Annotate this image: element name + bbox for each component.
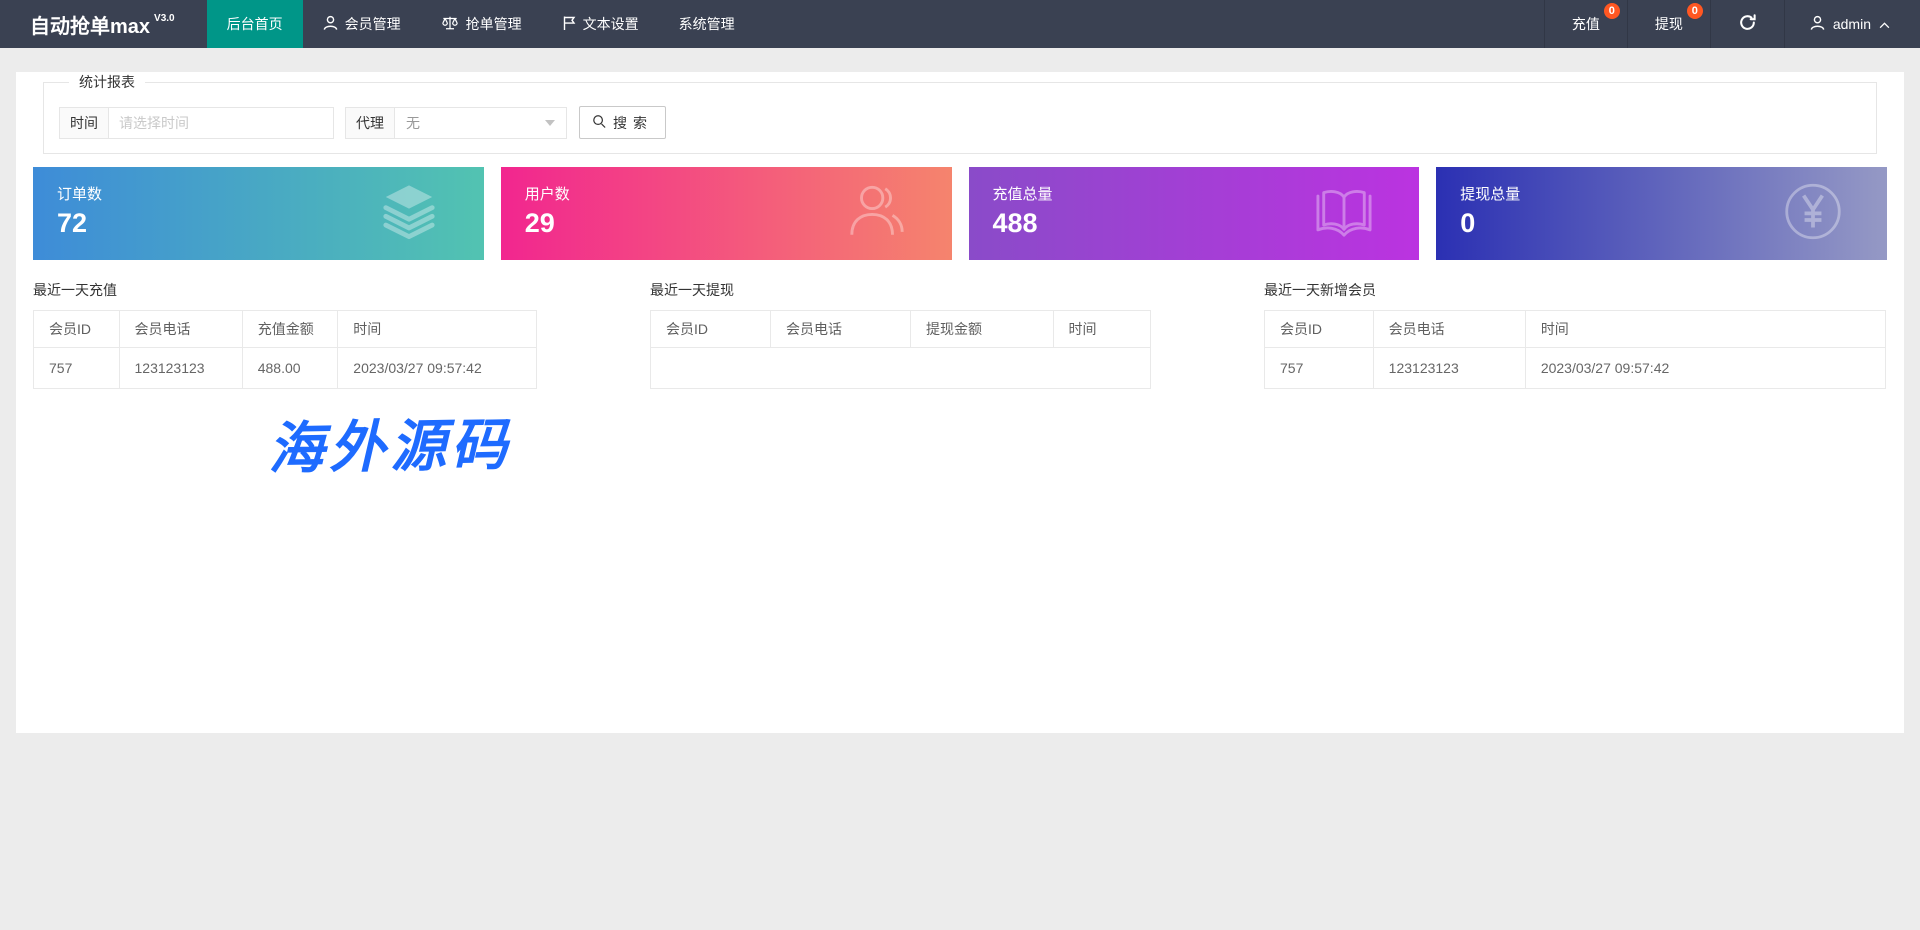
- table-header-row: 会员ID 会员电话 提现金额 时间: [651, 311, 1151, 348]
- filter-row: 时间 代理 无 搜索: [59, 106, 1861, 139]
- table-row: 757 123123123 2023/03/27 09:57:42: [1265, 348, 1886, 389]
- header-actions: 充值 0 提现 0 admin: [1544, 0, 1920, 48]
- nav-item-members[interactable]: 会员管理: [303, 0, 421, 48]
- table-title: 最近一天新增会员: [1264, 280, 1886, 300]
- flag-icon: [562, 15, 576, 34]
- recent-recharge-table: 会员ID 会员电话 充值金额 时间 757 123123123 488.00 2…: [33, 310, 537, 389]
- chevron-up-icon: [1879, 16, 1890, 32]
- recent-tables: 最近一天充值 会员ID 会员电话 充值金额 时间 757 123123123 4: [33, 280, 1887, 389]
- app-logo: 自动抢单max V3.0: [0, 0, 207, 48]
- agent-select-value: 无: [406, 113, 420, 133]
- recent-withdraw-block: 最近一天提现 会员ID 会员电话 提现金额 时间: [650, 280, 1151, 389]
- column-header: 会员电话: [1373, 311, 1525, 348]
- search-icon: [592, 114, 607, 132]
- column-header: 时间: [338, 311, 537, 348]
- nav-item-label: 会员管理: [345, 14, 401, 34]
- nav-item-system[interactable]: 系统管理: [659, 0, 755, 48]
- recent-withdraw-table: 会员ID 会员电话 提现金额 时间: [650, 310, 1151, 389]
- column-header: 充值金额: [242, 311, 338, 348]
- user-menu[interactable]: admin: [1784, 0, 1920, 48]
- recent-new-members-block: 最近一天新增会员 会员ID 会员电话 时间 757 123123123 2023…: [1264, 280, 1886, 389]
- column-header: 会员电话: [119, 311, 242, 348]
- table-title: 最近一天充值: [33, 280, 537, 300]
- main-panel: 统计报表 时间 代理 无 搜索: [16, 72, 1904, 733]
- table-cell: 2023/03/27 09:57:42: [338, 348, 537, 389]
- recent-new-members-table: 会员ID 会员电话 时间 757 123123123 2023/03/27 09…: [1264, 310, 1886, 389]
- column-header: 会员电话: [771, 311, 911, 348]
- table-empty-row: [651, 348, 1151, 389]
- user-icon: [323, 15, 338, 34]
- column-header: 会员ID: [651, 311, 771, 348]
- fieldset-legend: 统计报表: [69, 72, 145, 92]
- scale-icon: [441, 15, 459, 34]
- book-icon: [1313, 183, 1375, 244]
- table-header-row: 会员ID 会员电话 充值金额 时间: [34, 311, 537, 348]
- stat-card-0: 订单数 72: [33, 167, 484, 260]
- refresh-button[interactable]: [1710, 0, 1784, 48]
- recharge-label: 充值: [1572, 14, 1600, 34]
- nav-item-label: 抢单管理: [466, 14, 522, 34]
- table-cell: 123123123: [119, 348, 242, 389]
- nav-item-label: 系统管理: [679, 14, 735, 34]
- agent-filter-group: 代理 无: [345, 107, 567, 139]
- watermark: 海外源码: [267, 400, 512, 485]
- layers-icon: [378, 182, 440, 245]
- agent-select[interactable]: 无: [395, 107, 567, 139]
- empty-cell: [651, 348, 1151, 389]
- search-button[interactable]: 搜索: [579, 106, 666, 139]
- column-header: 会员ID: [1265, 311, 1374, 348]
- column-header: 时间: [1525, 311, 1885, 348]
- app-version: V3.0: [154, 13, 175, 24]
- stats-filter-fieldset: 统计报表 时间 代理 无 搜索: [43, 72, 1877, 154]
- table-cell: 2023/03/27 09:57:42: [1525, 348, 1885, 389]
- withdraw-label: 提现: [1655, 14, 1683, 34]
- table-title: 最近一天提现: [650, 280, 1151, 300]
- stat-cards: 订单数 72 用户数 29: [33, 167, 1887, 260]
- refresh-icon: [1738, 13, 1757, 35]
- withdraw-badge: 0: [1687, 3, 1703, 19]
- yen-icon: [1783, 181, 1843, 246]
- table-cell: 488.00: [242, 348, 338, 389]
- nav-item-label: 后台首页: [227, 14, 283, 34]
- time-input[interactable]: [109, 107, 334, 139]
- nav-item-orders[interactable]: 抢单管理: [421, 0, 542, 48]
- stat-card-2: 充值总量 488: [969, 167, 1420, 260]
- table-cell: 757: [34, 348, 120, 389]
- withdraw-button[interactable]: 提现 0: [1627, 0, 1710, 48]
- username: admin: [1833, 16, 1871, 32]
- main-nav: 后台首页 会员管理 抢单管理: [207, 0, 755, 48]
- table-cell: 757: [1265, 348, 1374, 389]
- time-label: 时间: [59, 107, 109, 139]
- app-title: 自动抢单max: [30, 10, 150, 39]
- stat-card-1: 用户数 29: [501, 167, 952, 260]
- users-icon: [846, 180, 908, 247]
- user-icon: [1810, 15, 1825, 34]
- table-cell: 123123123: [1373, 348, 1525, 389]
- top-header: 自动抢单max V3.0 后台首页 会员管理 抢单管理: [0, 0, 1920, 48]
- table-header-row: 会员ID 会员电话 时间: [1265, 311, 1886, 348]
- time-filter-group: 时间: [59, 107, 334, 139]
- search-button-label: 搜索: [613, 113, 653, 133]
- table-row: 757 123123123 488.00 2023/03/27 09:57:42: [34, 348, 537, 389]
- recent-recharge-block: 最近一天充值 会员ID 会员电话 充值金额 时间 757 123123123 4: [33, 280, 537, 389]
- chevron-down-icon: [545, 120, 555, 126]
- recharge-badge: 0: [1604, 3, 1620, 19]
- column-header: 提现金额: [911, 311, 1054, 348]
- nav-item-text-settings[interactable]: 文本设置: [542, 0, 659, 48]
- agent-label: 代理: [345, 107, 395, 139]
- column-header: 时间: [1053, 311, 1151, 348]
- nav-item-home[interactable]: 后台首页: [207, 0, 303, 48]
- column-header: 会员ID: [34, 311, 120, 348]
- nav-item-label: 文本设置: [583, 14, 639, 34]
- stat-card-3: 提现总量 0: [1436, 167, 1887, 260]
- recharge-button[interactable]: 充值 0: [1544, 0, 1627, 48]
- header-spacer: [755, 0, 1544, 48]
